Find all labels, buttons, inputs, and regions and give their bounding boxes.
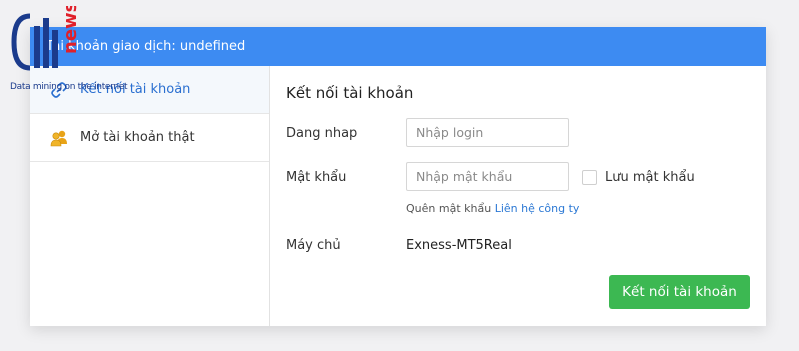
sidebar-item-label: Mở tài khoản thật (80, 130, 195, 145)
password-input[interactable] (406, 162, 569, 191)
account-header-title: Tài khoản giao dịch: undefined (46, 39, 246, 54)
form-title: Kết nối tài khoản (286, 84, 414, 102)
password-label: Mật khẩu (286, 170, 347, 185)
login-label: Dang nhap (286, 126, 358, 141)
sidebar: Kết nối tài khoản Mở tài khoản thật (30, 66, 270, 326)
login-input[interactable] (406, 118, 569, 147)
connect-form: Kết nối tài khoản Dang nhap Mật khẩu Lưu… (270, 66, 766, 326)
account-header: Tài khoản giao dịch: undefined (30, 27, 766, 66)
sidebar-item-label: Kết nối tài khoản (80, 82, 191, 97)
remember-password-label: Lưu mật khẩu (605, 170, 695, 185)
remember-password-checkbox[interactable] (582, 170, 597, 185)
link-icon (48, 79, 70, 101)
server-label: Máy chủ (286, 238, 341, 253)
forgot-password-text: Quên mật khẩu Liên hệ công ty (406, 202, 579, 215)
server-value: Exness-MT5Real (406, 238, 512, 253)
sidebar-item-open-real-account[interactable]: Mở tài khoản thật (30, 114, 269, 162)
connect-account-button[interactable]: Kết nối tài khoản (609, 275, 750, 309)
account-card: Tài khoản giao dịch: undefined Kết nối t… (30, 27, 766, 326)
users-icon (48, 127, 70, 149)
card-body: Kết nối tài khoản Mở tài khoản thật Kết … (30, 66, 766, 326)
contact-company-link[interactable]: Liên hệ công ty (495, 202, 580, 215)
sidebar-item-connect-account[interactable]: Kết nối tài khoản (30, 66, 269, 114)
forgot-password-label: Quên mật khẩu (406, 202, 492, 215)
